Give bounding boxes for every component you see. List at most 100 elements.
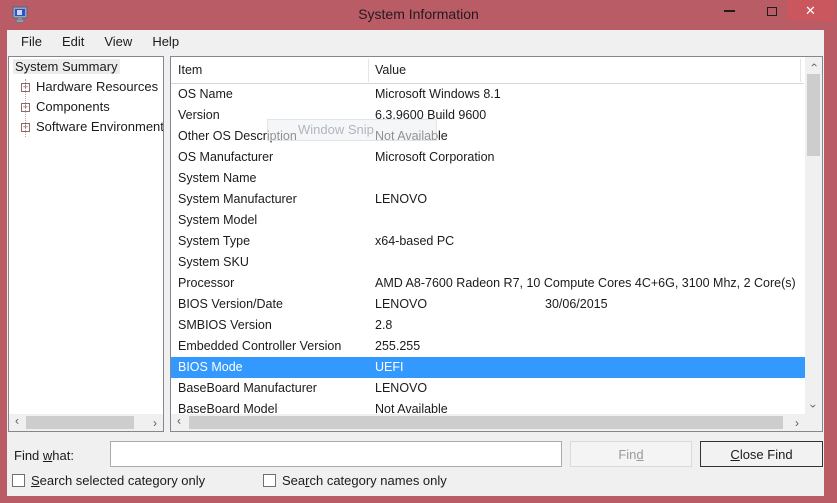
list-hscrollbar[interactable]: › › (171, 414, 805, 431)
table-row[interactable]: Version 6.3.9600 Build 9600 (171, 105, 805, 126)
row-item-cell: SMBIOS Version (178, 318, 272, 332)
row-value-cell: 6.3.9600 Build 9600 (375, 108, 486, 122)
table-row[interactable]: OS Name Microsoft Windows 8.1 (171, 84, 805, 105)
row-value-cell: 255.255 (375, 339, 420, 353)
table-row[interactable]: Other OS DescriptionNot Available (171, 126, 805, 147)
chevron-left-icon[interactable]: › (172, 416, 186, 429)
minimize-icon (724, 10, 735, 12)
tree-item-software-environment[interactable]: +Software Environment (9, 117, 163, 137)
table-row[interactable]: OS Manufacturer Microsoft Corporation (171, 147, 805, 168)
row-item-cell: OS Manufacturer (178, 150, 273, 164)
column-divider[interactable] (800, 59, 801, 82)
chevron-down-icon[interactable]: › (807, 400, 821, 413)
tree-connector-line (25, 79, 26, 137)
table-row[interactable]: BaseBoard Manufacturer LENOVO (171, 378, 805, 399)
menu-item-view[interactable]: View (94, 30, 142, 54)
row-value-cell: Not Available (375, 402, 448, 414)
row-item-cell: System Type (178, 234, 250, 248)
row-item-cell: System SKU (178, 255, 249, 269)
row-item-cell: Processor (178, 276, 234, 290)
tree-items: System Summary +Hardware Resources+Compon… (9, 57, 163, 137)
close-button[interactable]: ✕ (787, 0, 834, 21)
row-item-cell: OS Name (178, 87, 233, 101)
table-row[interactable]: System Model (171, 210, 805, 231)
list-vscroll-thumb[interactable] (807, 74, 820, 156)
table-row[interactable]: BaseBoard Model Not Available (171, 399, 805, 414)
search-selected-category-checkbox[interactable] (12, 474, 25, 487)
table-row[interactable]: System SKU (171, 252, 805, 273)
row-item-cell: System Name (178, 171, 257, 185)
row-item-cell: BIOS Version/Date (178, 297, 283, 311)
tree-item-components[interactable]: +Components (9, 97, 163, 117)
list-header: Item Value (171, 57, 804, 84)
maximize-button[interactable] (757, 0, 787, 22)
tree-item-hardware-resources[interactable]: +Hardware Resources (9, 77, 163, 97)
maximize-icon (767, 7, 777, 16)
chevron-right-icon[interactable]: › (148, 416, 162, 429)
row-item-cell: Other OS Description (178, 129, 297, 143)
search-category-names-checkbox-row: Search category names only (263, 473, 447, 488)
window-body: FileEditViewHelp System Summary +Hardware… (7, 30, 824, 496)
tree-item-label: Components (36, 99, 110, 114)
window-title: System Information (0, 6, 837, 22)
row-value-cell: x64-based PC (375, 234, 454, 248)
tree-hscroll-thumb[interactable] (26, 416, 134, 429)
list-vscrollbar[interactable]: › › (805, 57, 822, 431)
chevron-up-icon[interactable]: › (807, 59, 821, 72)
table-row[interactable]: System Type x64-based PC (171, 231, 805, 252)
chevron-right-icon[interactable]: › (790, 416, 804, 429)
row-value-cell: Microsoft Windows 8.1 (375, 87, 501, 101)
menubar: FileEditViewHelp (7, 30, 824, 54)
minimize-button[interactable] (714, 0, 744, 22)
menu-item-edit[interactable]: Edit (52, 30, 94, 54)
search-selected-category-label: Search selected category only (31, 473, 205, 488)
list-hscroll-thumb[interactable] (189, 416, 783, 429)
column-header-item[interactable]: Item (178, 63, 202, 77)
row-value-cell: LENOVO (375, 381, 427, 395)
table-row[interactable]: Processor AMD A8-7600 Radeon R7, 10 Compu… (171, 273, 805, 294)
menu-item-help[interactable]: Help (142, 30, 189, 54)
category-tree-panel: System Summary +Hardware Resources+Compon… (8, 56, 164, 432)
row-item-cell: BIOS Mode (178, 360, 243, 374)
row-item-cell: BaseBoard Model (178, 402, 277, 414)
row-value2-cell: 30/06/2015 (545, 297, 608, 311)
find-what-label: Find what: (14, 448, 74, 463)
details-list-panel: Item Value OS Name Microsoft Windows 8.1 V… (170, 56, 823, 432)
table-row[interactable]: BIOS Version/Date LENOVO 30/06/2015 (171, 294, 805, 315)
table-row[interactable]: Embedded Controller Version 255.255 (171, 336, 805, 357)
row-value-cell: Microsoft Corporation (375, 150, 495, 164)
find-button[interactable]: Find (570, 441, 692, 467)
tree-item-system-summary[interactable]: System Summary (9, 57, 163, 77)
row-value-cell: LENOVO (375, 192, 427, 206)
row-item-cell: System Manufacturer (178, 192, 297, 206)
column-divider[interactable] (368, 59, 369, 82)
row-item-cell: Embedded Controller Version (178, 339, 341, 353)
row-value-cell: UEFI (375, 360, 403, 374)
search-selected-category-checkbox-row: Search selected category only (12, 473, 205, 488)
row-value-cell: 2.8 (375, 318, 392, 332)
tree-hscrollbar[interactable]: › › (9, 414, 163, 431)
table-row[interactable]: System Name (171, 168, 805, 189)
table-row[interactable]: System Manufacturer LENOVO (171, 189, 805, 210)
tree-item-label: Software Environment (36, 119, 164, 134)
row-item-cell: System Model (178, 213, 257, 227)
close-icon: ✕ (805, 3, 816, 19)
list-rows: OS Name Microsoft Windows 8.1 Version 6.3.9… (171, 84, 805, 414)
table-row[interactable]: SMBIOS Version 2.8 (171, 315, 805, 336)
system-information-window: System Information ✕ FileEditViewHelp Sy… (0, 0, 837, 503)
search-category-names-label: Search category names only (282, 473, 447, 488)
tree-item-label: Hardware Resources (36, 79, 158, 94)
table-row[interactable]: BIOS Mode UEFI (171, 357, 805, 378)
chevron-left-icon[interactable]: › (10, 416, 24, 429)
row-item-cell: BaseBoard Manufacturer (178, 381, 317, 395)
row-value-cell: AMD A8-7600 Radeon R7, 10 Compute Cores … (375, 276, 796, 290)
column-header-value[interactable]: Value (375, 63, 406, 77)
find-input[interactable] (110, 441, 562, 467)
search-category-names-checkbox[interactable] (263, 474, 276, 487)
close-find-button[interactable]: Close Find (700, 441, 823, 467)
titlebar: System Information ✕ (0, 0, 837, 30)
row-item-cell: Version (178, 108, 220, 122)
row-value-cell: LENOVO (375, 297, 427, 311)
menu-item-file[interactable]: File (11, 30, 52, 54)
tree-item-label: System Summary (13, 59, 120, 74)
